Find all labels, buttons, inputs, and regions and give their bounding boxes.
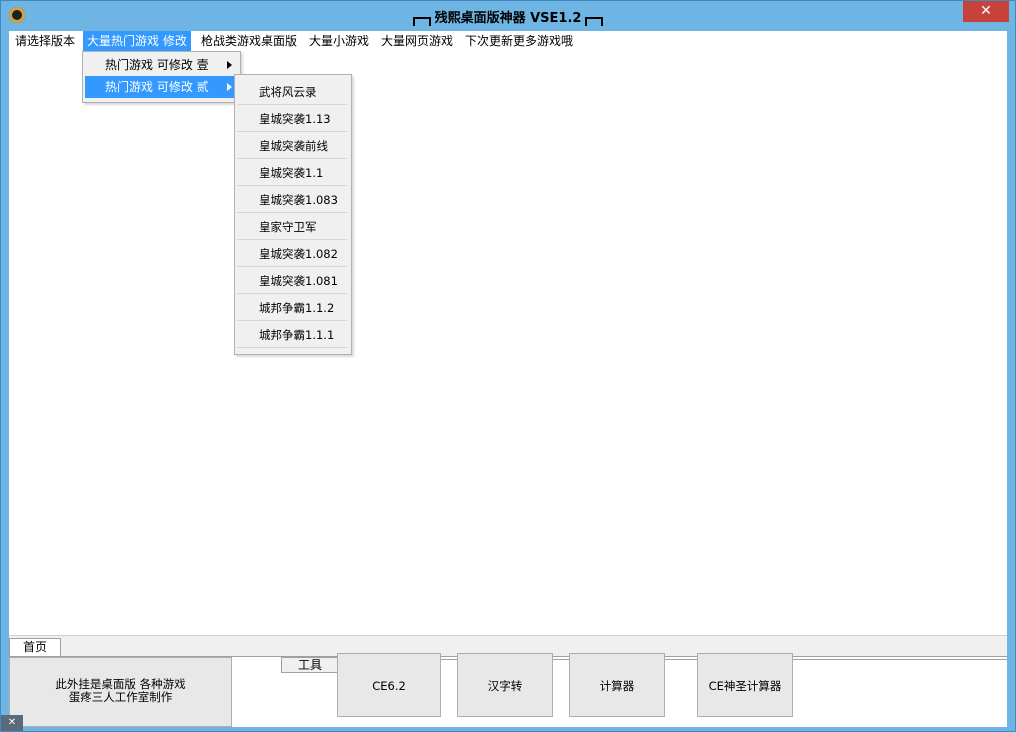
dropdown-item-2-label: 热门游戏 可修改 贰 xyxy=(105,80,209,94)
submenu-arrow-icon xyxy=(227,61,232,69)
close-button[interactable]: ✕ xyxy=(963,1,1009,22)
menu-next-update[interactable]: 下次更新更多游戏哦 xyxy=(461,31,577,51)
window-title-wrap: 残熙桌面版神器 VSE1.2 xyxy=(1,7,1015,26)
submenu-item[interactable]: 城邦争霸1.1.2 xyxy=(237,295,347,321)
submenu-item[interactable]: 皇城突袭1.083 xyxy=(237,187,347,213)
submenu-item[interactable]: 皇城突袭1.081 xyxy=(237,268,347,294)
dropdown-item-1-label: 热门游戏 可修改 壹 xyxy=(105,58,209,72)
hanzi-convert-button[interactable]: 汉字转 xyxy=(457,653,553,717)
submenu-item[interactable]: 城邦争霸1.1.1 xyxy=(237,322,347,348)
ce-calculator-button[interactable]: CE神圣计算器 xyxy=(697,653,793,717)
tools-group-label: 工具 xyxy=(281,657,339,673)
menu-web-games[interactable]: 大量网页游戏 xyxy=(377,31,457,51)
submenu-item[interactable]: 皇城突袭1.13 xyxy=(237,106,347,132)
ce62-button[interactable]: CE6.2 xyxy=(337,653,441,717)
submenu-item[interactable]: 皇城突袭1.082 xyxy=(237,241,347,267)
menu-popular-games[interactable]: 大量热门游戏 修改 xyxy=(83,31,191,51)
submenu-item[interactable]: 武将风云录 xyxy=(237,79,347,105)
menu-bar: 请选择版本 大量热门游戏 修改 枪战类游戏桌面版 大量小游戏 大量网页游戏 下次… xyxy=(9,31,1007,51)
info-line-2: 蛋疼三人工作室制作 xyxy=(68,690,173,704)
title-bar[interactable]: 残熙桌面版神器 VSE1.2 ✕ xyxy=(1,1,1015,31)
menu-small-games[interactable]: 大量小游戏 xyxy=(305,31,373,51)
menu-shooter-games[interactable]: 枪战类游戏桌面版 xyxy=(197,31,301,51)
dropdown-item-1[interactable]: 热门游戏 可修改 壹 xyxy=(85,54,238,76)
bottom-panel: 首页 此外挂是桌面版 各种游戏 蛋疼三人工作室制作 工具 CE6.2 汉字转 计… xyxy=(9,635,1007,727)
title-bracket-left xyxy=(412,17,431,26)
calculator-button[interactable]: 计算器 xyxy=(569,653,665,717)
menu-select-version[interactable]: 请选择版本 xyxy=(11,31,79,51)
submenu-item[interactable]: 皇城突袭1.1 xyxy=(237,160,347,186)
submenu-arrow-icon xyxy=(227,83,232,91)
submenu-item[interactable]: 皇家守卫军 xyxy=(237,214,347,240)
submenu-item[interactable]: 皇城突袭前线 xyxy=(237,133,347,159)
client-area: 请选择版本 大量热门游戏 修改 枪战类游戏桌面版 大量小游戏 大量网页游戏 下次… xyxy=(9,31,1007,727)
window-title: 残熙桌面版神器 VSE1.2 xyxy=(434,11,582,26)
info-box: 此外挂是桌面版 各种游戏 蛋疼三人工作室制作 xyxy=(9,657,232,727)
app-window: 残熙桌面版神器 VSE1.2 ✕ 请选择版本 大量热门游戏 修改 枪战类游戏桌面… xyxy=(0,0,1016,732)
dropdown-item-2[interactable]: 热门游戏 可修改 贰 xyxy=(85,76,238,98)
corner-close-icon[interactable]: ✕ xyxy=(1,715,23,731)
tab-home[interactable]: 首页 xyxy=(9,638,61,656)
popular-games-dropdown: 热门游戏 可修改 壹 热门游戏 可修改 贰 xyxy=(82,51,241,103)
tab-panel-home: 此外挂是桌面版 各种游戏 蛋疼三人工作室制作 工具 CE6.2 汉字转 计算器 … xyxy=(9,653,1007,727)
games-submenu: 武将风云录 皇城突袭1.13 皇城突袭前线 皇城突袭1.1 皇城突袭1.083 … xyxy=(234,74,352,355)
title-bracket-right xyxy=(585,17,604,26)
